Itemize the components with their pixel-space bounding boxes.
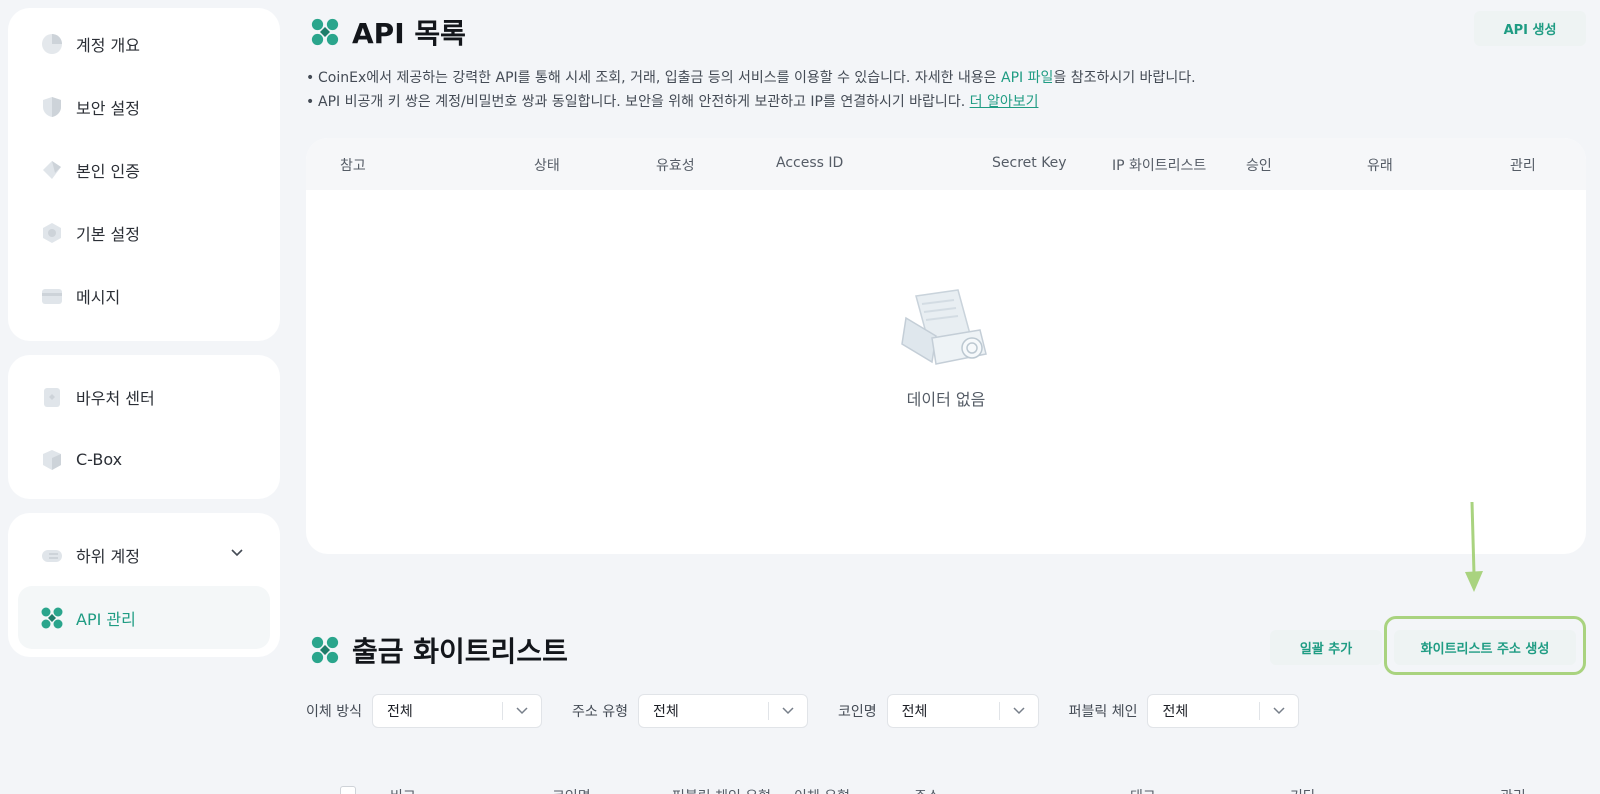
whitelist-filters: 이체 방식 전체 주소 유형 전체 코인명 전체 퍼블릭 체인 전체 xyxy=(306,694,1329,728)
chevron-down-icon xyxy=(1273,707,1285,715)
highlight-box xyxy=(1384,616,1586,675)
sidebar-item-voucher-center[interactable]: 바우처 센터 xyxy=(18,365,270,428)
column-header: 참고 xyxy=(340,158,366,174)
transfer-method-select[interactable]: 전체 xyxy=(371,694,542,728)
sidebar-item-label: 기본 설정 xyxy=(76,224,140,244)
select-all-checkbox[interactable] xyxy=(340,786,356,794)
voucher-icon xyxy=(40,385,64,409)
empty-state: 데이터 없음 xyxy=(306,288,1586,410)
address-type-select[interactable]: 전체 xyxy=(637,694,808,728)
column-header: 유효성 xyxy=(656,158,695,174)
api-notes: • CoinEx에서 제공하는 강력한 API를 통해 시세 조회, 거래, 입출… xyxy=(306,66,1196,114)
sidebar-item-label: 계정 개요 xyxy=(76,35,140,55)
coin-select[interactable]: 전체 xyxy=(886,694,1039,728)
sidebar-group-account: 계정 개요 보안 설정 본인 인증 기본 설정 메시지 xyxy=(8,8,280,341)
column-header: 관리 xyxy=(1510,158,1536,174)
message-card-icon xyxy=(40,284,64,308)
sidebar-item-label: 바우처 센터 xyxy=(76,388,155,408)
column-header: Access ID xyxy=(776,155,844,171)
filter-label-coin: 코인명 xyxy=(837,704,877,720)
gift-box-icon xyxy=(40,448,64,472)
column-header: 주소 xyxy=(914,786,940,794)
sidebar-item-label: 본인 인증 xyxy=(76,161,140,181)
sidebar-item-label: C-Box xyxy=(76,450,123,469)
column-header: 비고 xyxy=(390,786,416,794)
filter-label-public-chain: 퍼블릭 체인 xyxy=(1068,704,1138,720)
sidebar-item-label: 메시지 xyxy=(76,287,121,307)
api-docs-link[interactable]: API 파일 xyxy=(1001,70,1053,86)
sidebar-item-sub-account[interactable]: 하위 계정 xyxy=(18,523,270,586)
bulk-add-button[interactable]: 일괄 추가 xyxy=(1270,630,1382,665)
column-header: 승인 xyxy=(1246,158,1272,174)
chevron-down-icon[interactable] xyxy=(230,545,244,564)
whitelist-table-header: 비고 코인명 퍼블릭 체인 유형 이체 유형 주소 태그 기타 관리 xyxy=(306,780,1586,794)
annotation-arrow-icon xyxy=(1465,501,1483,592)
page-title: API 목록 xyxy=(352,17,466,50)
main-content: API 목록 API 생성 • CoinEx에서 제공하는 강력한 API를 통해… xyxy=(306,0,1586,794)
sidebar-item-security[interactable]: 보안 설정 xyxy=(18,75,270,138)
chevron-down-icon xyxy=(1013,707,1025,715)
sidebar-item-label: API 관리 xyxy=(76,609,136,629)
filter-label-transfer-method: 이체 방식 xyxy=(306,704,362,720)
column-header: 코인명 xyxy=(552,786,591,794)
shield-icon xyxy=(40,95,64,119)
column-header: IP 화이트리스트 xyxy=(1112,158,1207,174)
api-logo-icon xyxy=(311,18,339,46)
sidebar: 계정 개요 보안 설정 본인 인증 기본 설정 메시지 바우처 센터 C-Box… xyxy=(8,8,280,671)
sidebar-group-rewards: 바우처 센터 C-Box xyxy=(8,355,280,499)
public-chain-select[interactable]: 전체 xyxy=(1147,694,1300,728)
api-table-header: 참고 상태 유효성 Access ID Secret Key IP 화이트리스트… xyxy=(306,138,1586,190)
sidebar-item-account-overview[interactable]: 계정 개요 xyxy=(18,12,270,75)
api-section-title: API 목록 xyxy=(310,12,466,52)
settings-hex-icon xyxy=(40,221,64,245)
api-table: 참고 상태 유효성 Access ID Secret Key IP 화이트리스트… xyxy=(306,138,1586,554)
sidebar-item-label: 하위 계정 xyxy=(76,546,140,566)
column-header: Secret Key xyxy=(992,155,1067,171)
sidebar-item-api-management[interactable]: API 관리 xyxy=(18,586,270,649)
column-header: 유래 xyxy=(1367,158,1393,174)
chevron-down-icon xyxy=(516,707,528,715)
empty-document-illustration xyxy=(901,289,987,365)
api-note-2: • API 비공개 키 쌍은 계정/비밀번호 쌍과 동일합니다. 보안을 위해 안… xyxy=(306,94,1039,110)
pie-chart-icon xyxy=(40,32,64,56)
whitelist-section-title: 출금 화이트리스트 xyxy=(310,630,568,670)
api-logo-icon xyxy=(311,636,339,664)
section-title: 출금 화이트리스트 xyxy=(352,635,568,668)
filter-label-address-type: 주소 유형 xyxy=(571,704,628,720)
empty-state-text: 데이터 없음 xyxy=(906,390,986,409)
sidebar-item-cbox[interactable]: C-Box xyxy=(18,428,270,491)
sub-account-icon xyxy=(40,543,64,567)
sidebar-item-messages[interactable]: 메시지 xyxy=(18,264,270,327)
column-header: 관리 xyxy=(1500,786,1526,794)
sidebar-item-preferences[interactable]: 기본 설정 xyxy=(18,201,270,264)
create-api-button[interactable]: API 생성 xyxy=(1474,11,1586,46)
learn-more-link[interactable]: 더 알아보기 xyxy=(970,94,1039,110)
column-header: 이체 유형 xyxy=(794,786,850,794)
sidebar-item-label: 보안 설정 xyxy=(76,98,140,118)
sidebar-group-developer: 하위 계정 API 관리 xyxy=(8,513,280,657)
id-tag-icon xyxy=(40,158,64,182)
api-logo-icon xyxy=(40,606,64,630)
column-header: 태그 xyxy=(1130,786,1156,794)
api-note-1: • CoinEx에서 제공하는 강력한 API를 통해 시세 조회, 거래, 입출… xyxy=(306,70,1196,86)
column-header: 기타 xyxy=(1290,786,1316,794)
chevron-down-icon xyxy=(782,707,794,715)
column-header: 퍼블릭 체인 유형 xyxy=(672,786,771,794)
column-header: 상태 xyxy=(534,158,560,174)
sidebar-item-verification[interactable]: 본인 인증 xyxy=(18,138,270,201)
